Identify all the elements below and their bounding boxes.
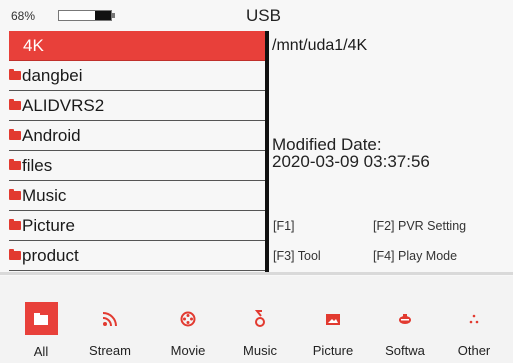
file-label: 4K [23,35,44,55]
file-list: 4K dangbei ALIDVRS2 Android files Music … [9,31,265,272]
bottom-separator [0,272,513,275]
folder-icon [9,249,21,260]
software-icon [390,304,420,334]
file-row[interactable]: files [9,151,265,181]
info-panel: /mnt/uda1/4K Modified Date: 2020-03-09 0… [272,31,508,272]
file-row[interactable]: Android [9,121,265,151]
tab-picture[interactable]: Picture [302,304,364,360]
f3-hint: [F3] Tool [273,249,321,263]
f4-hint: [F4] Play Mode [373,249,458,263]
source-title: USB [246,6,281,25]
tab-label: Music [243,343,277,358]
f2-hint: [F2] PVR Setting [373,219,467,233]
f1-hint: [F1] [273,219,295,233]
battery-percent: 68% [11,9,36,23]
battery-icon [58,10,115,21]
other-icon [459,304,489,334]
folder-icon [24,302,58,335]
battery-nub [112,13,115,18]
tab-label: Picture [312,343,354,358]
tab-movie[interactable]: Movie [157,304,219,360]
file-row[interactable]: Picture [9,211,265,241]
film-reel-icon [173,304,203,334]
tab-stream[interactable]: Stream [79,304,141,360]
tab-label: All [33,344,49,359]
tab-other[interactable]: Other [443,304,505,360]
file-browser-screen: 68% USB 4K dangbei ALIDVRS2 Android file… [0,0,513,363]
file-label: files [22,155,53,175]
file-row[interactable]: 4K [9,31,265,61]
folder-icon [9,219,21,230]
file-label: ALIDVRS2 [22,95,105,115]
panel-divider [265,31,269,272]
tab-music[interactable]: Music [229,304,291,360]
current-path: /mnt/uda1/4K [272,37,368,54]
tab-label: Stream [89,343,131,358]
file-row[interactable]: ALIDVRS2 [9,91,265,121]
file-label: Android [22,125,81,145]
folder-icon [9,99,21,110]
file-label: dangbei [22,65,83,85]
modified-date-value: 2020-03-09 03:37:56 [272,152,430,171]
tab-software[interactable]: Softwa [374,304,436,360]
folder-icon [9,159,21,170]
music-note-icon [245,304,275,334]
file-label: product [22,245,79,265]
file-label: Picture [22,215,75,235]
tab-label: Other [457,343,491,358]
file-row[interactable]: product [9,241,265,271]
folder-icon [9,189,21,200]
tab-label: Movie [170,343,206,358]
battery-fill [95,11,111,20]
folder-icon [9,129,21,140]
file-label: Music [22,185,67,205]
category-tab-bar: All Stream Movie Music Picture Softwa Ot… [0,276,513,363]
folder-icon [9,69,21,80]
rss-icon [95,304,125,334]
tab-label: Softwa [385,343,425,358]
tab-all[interactable]: All [10,302,72,360]
picture-icon [318,304,348,334]
status-bar: 68% USB [0,0,513,30]
file-row[interactable]: dangbei [9,61,265,91]
file-row[interactable]: Music [9,181,265,211]
